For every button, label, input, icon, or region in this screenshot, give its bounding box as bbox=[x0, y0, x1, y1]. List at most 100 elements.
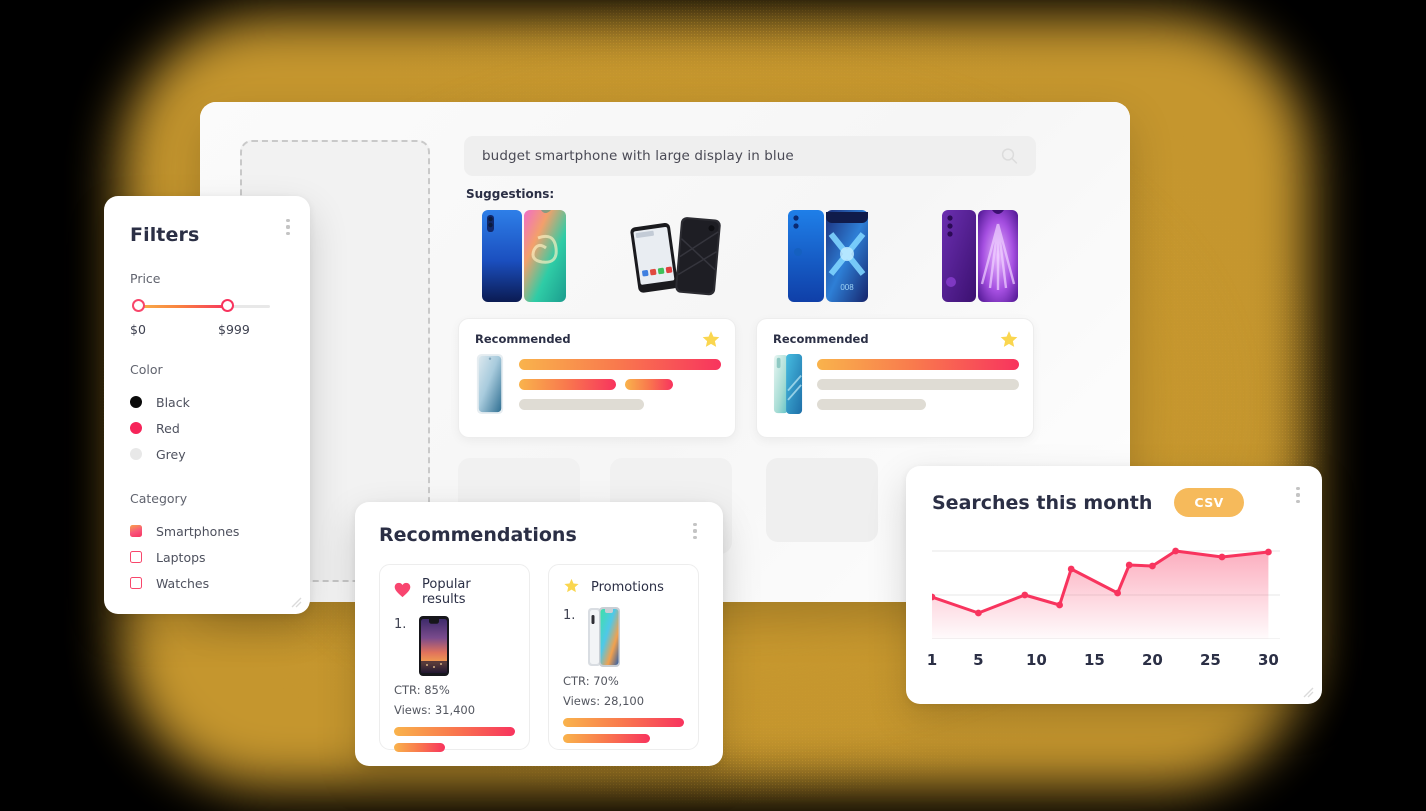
color-swatch-black bbox=[130, 396, 142, 408]
iphone-x-icon bbox=[588, 607, 621, 667]
category-option-list: Smartphones Laptops Watches bbox=[130, 519, 284, 595]
card-title: Promotions bbox=[591, 580, 664, 595]
recommendation-card-promotions[interactable]: Promotions 1. CTR: 70% Views: 28,100 bbox=[548, 564, 699, 750]
category-option-label: Smartphones bbox=[156, 523, 240, 539]
price-label: Price bbox=[130, 271, 161, 286]
placeholder-bar bbox=[519, 399, 645, 410]
grey-blue-phone-icon bbox=[476, 354, 504, 414]
checkbox-unchecked-icon[interactable] bbox=[130, 577, 142, 589]
panel-title: Recommendations bbox=[379, 524, 577, 546]
progress-bar bbox=[817, 359, 1019, 370]
recommended-card-title: Recommended bbox=[475, 332, 571, 346]
screenshot-stage: budget smartphone with large display in … bbox=[0, 0, 1426, 811]
kebab-menu-icon[interactable] bbox=[280, 216, 296, 238]
price-min-value: $0 bbox=[130, 322, 146, 337]
search-pill[interactable]: budget smartphone with large display in … bbox=[464, 136, 1036, 176]
color-option-black[interactable]: Black bbox=[130, 390, 284, 414]
category-option-label: Laptops bbox=[156, 549, 206, 565]
x-tick-label: 10 bbox=[1025, 651, 1047, 669]
ctr-value: 70% bbox=[593, 674, 619, 688]
rank-number: 1. bbox=[563, 608, 576, 623]
star-icon bbox=[999, 329, 1019, 349]
metric-bar bbox=[394, 743, 445, 752]
checkbox-checked-icon[interactable] bbox=[130, 525, 142, 537]
card-header: Promotions bbox=[563, 577, 684, 598]
suggestion-item-black-phone[interactable] bbox=[616, 206, 736, 306]
metric-bars bbox=[394, 727, 515, 752]
searches-chart-panel: Searches this month CSV 1 5 10 15 20 25 30 bbox=[906, 466, 1322, 704]
ctr-metric: CTR: 70% bbox=[563, 674, 684, 688]
ranked-item: 1. bbox=[394, 615, 515, 677]
sunset-phone-icon bbox=[419, 616, 450, 676]
recommended-card-body bbox=[773, 353, 1019, 419]
resize-handle[interactable] bbox=[1300, 683, 1314, 698]
recommended-card-lines bbox=[519, 353, 721, 419]
placeholder-bar bbox=[817, 379, 1019, 390]
suggestion-item-purple-phone[interactable] bbox=[920, 206, 1040, 306]
metric-bars bbox=[563, 718, 684, 743]
category-label: Category bbox=[130, 491, 188, 506]
black-phone-icon bbox=[630, 217, 721, 296]
views-label: Views: bbox=[394, 703, 432, 717]
progress-bar bbox=[519, 379, 616, 390]
checkbox-unchecked-icon[interactable] bbox=[130, 551, 142, 563]
recommended-card-list: Recommended Recommended bbox=[458, 318, 1034, 438]
color-option-list: Black Red Grey bbox=[130, 390, 284, 466]
panel-title: Searches this month bbox=[932, 491, 1153, 514]
color-option-label: Black bbox=[156, 394, 190, 410]
x-tick-label: 5 bbox=[973, 651, 984, 669]
search-icon[interactable] bbox=[1001, 148, 1018, 165]
search-input[interactable]: budget smartphone with large display in … bbox=[482, 148, 794, 164]
category-option-smartphones[interactable]: Smartphones bbox=[130, 519, 284, 543]
x-tick-label: 25 bbox=[1199, 651, 1221, 669]
category-option-watches[interactable]: Watches bbox=[130, 571, 284, 595]
recommendation-card-popular-results[interactable]: Popular results 1. CTR: 85% Views: 31,40… bbox=[379, 564, 530, 752]
price-slider[interactable] bbox=[132, 299, 270, 313]
color-option-grey[interactable]: Grey bbox=[130, 442, 284, 466]
suggestion-list: 008 bbox=[464, 206, 1040, 306]
filters-panel: Filters Price $0 $999 Color Black Red Gr… bbox=[104, 196, 310, 614]
ctr-metric: CTR: 85% bbox=[394, 683, 515, 697]
slider-handle-min[interactable] bbox=[132, 299, 145, 312]
slider-fill bbox=[138, 305, 228, 308]
recommended-card-lines bbox=[817, 353, 1019, 419]
panel-title: Filters bbox=[130, 224, 200, 246]
suggestion-item-blue-x-phone[interactable]: 008 bbox=[768, 206, 888, 306]
price-values: $0 $999 bbox=[130, 322, 284, 337]
ctr-value: 85% bbox=[424, 683, 450, 697]
progress-bar-group bbox=[519, 379, 721, 390]
slider-handle-max[interactable] bbox=[221, 299, 234, 312]
color-swatch-grey bbox=[130, 448, 142, 460]
search-bar[interactable]: budget smartphone with large display in … bbox=[464, 136, 1036, 176]
suggestion-item-blue-gradient-phone[interactable] bbox=[464, 206, 584, 306]
price-max-value: $999 bbox=[218, 322, 250, 337]
card-title: Popular results bbox=[422, 577, 471, 607]
color-option-red[interactable]: Red bbox=[130, 416, 284, 440]
category-option-label: Watches bbox=[156, 575, 210, 591]
recommended-card-title: Recommended bbox=[773, 332, 869, 346]
category-option-laptops[interactable]: Laptops bbox=[130, 545, 284, 569]
progress-bar bbox=[519, 359, 721, 370]
color-label: Color bbox=[130, 362, 163, 377]
star-icon bbox=[563, 577, 580, 598]
recommended-card[interactable]: Recommended bbox=[458, 318, 736, 438]
recommendations-panel: Recommendations Popular results 1. CTR: … bbox=[355, 502, 723, 766]
metric-bar bbox=[394, 727, 515, 736]
rank-number: 1. bbox=[394, 617, 407, 632]
kebab-menu-icon[interactable] bbox=[1290, 484, 1306, 506]
ctr-label: CTR: bbox=[394, 683, 421, 697]
suggestions-label: Suggestions: bbox=[466, 187, 555, 201]
views-value: 28,100 bbox=[603, 694, 645, 708]
views-metric: Views: 31,400 bbox=[394, 703, 515, 717]
blue-x-phone-icon: 008 bbox=[788, 210, 868, 302]
export-csv-button[interactable]: CSV bbox=[1174, 488, 1244, 517]
recommended-card-body bbox=[475, 353, 721, 419]
resize-handle[interactable] bbox=[288, 593, 302, 608]
recommended-card[interactable]: Recommended bbox=[756, 318, 1034, 438]
metric-bar bbox=[563, 718, 684, 727]
chart-x-axis-labels: 1 5 10 15 20 25 30 bbox=[927, 651, 1280, 673]
kebab-menu-icon[interactable] bbox=[687, 520, 703, 542]
chart-header: Searches this month CSV bbox=[932, 488, 1296, 517]
chart-plot-area bbox=[928, 539, 1280, 640]
purple-phone-icon bbox=[942, 210, 1018, 302]
